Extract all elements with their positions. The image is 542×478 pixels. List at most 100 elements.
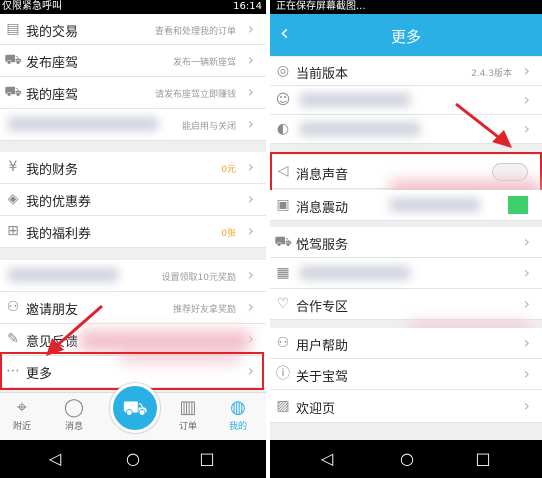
chevron-right-icon: › [523, 263, 530, 282]
image-icon: ▨ [276, 398, 290, 414]
chevron-right-icon: › [247, 82, 254, 101]
chevron-right-icon: › [523, 396, 530, 415]
menu-my-car[interactable]: ⛟ 我的座驾 请发布座驾立即赚钱 › [0, 77, 266, 109]
car-icon: ⛟ [4, 52, 22, 68]
person-icon: ⚇ [276, 335, 290, 351]
menu-hint: 设置领取10元奖励 [161, 273, 236, 283]
smiley-icon: ☺ [275, 92, 291, 108]
menu-my-finance[interactable]: ¥ 我的财务 0元 › [0, 152, 266, 184]
status-carrier: 仅限紧急呼叫 [2, 1, 62, 12]
coupon-icon: ◈ [7, 191, 19, 207]
tab-mine[interactable]: ◍ 我的 [218, 397, 258, 432]
chevron-right-icon: › [247, 221, 254, 240]
menu-hint: 能启用与关闭 [181, 122, 236, 132]
row-welcome-page[interactable]: ▨ 欢迎页 › [270, 390, 542, 423]
vibrate-icon: ▣ [276, 197, 290, 213]
row-label: 消息震动 [296, 201, 349, 216]
annotation-arrow [455, 102, 512, 148]
row-partner-zone[interactable]: ♡ 合作专区 › [270, 289, 542, 320]
tab-label: 消息 [64, 422, 83, 432]
row-label: 悦驾服务 [296, 238, 349, 253]
menu-hint: 请发布座驾立即赚钱 [154, 90, 236, 100]
chevron-right-icon: › [523, 364, 530, 383]
recents-square-icon[interactable]: □ [468, 440, 498, 478]
chevron-right-icon: › [247, 265, 254, 284]
redaction-blur [390, 198, 480, 212]
menu-label: 我的财务 [26, 163, 79, 178]
car-icon: ⛟ [274, 234, 292, 250]
welfare-count: 0张 [221, 229, 236, 239]
row-user-help[interactable]: ⚇ 用户帮助 › [270, 328, 542, 359]
user-icon: ◍ [230, 397, 246, 418]
menu-label: 我的交易 [26, 25, 79, 40]
yen-icon: ¥ [8, 159, 18, 175]
chevron-right-icon: › [247, 157, 254, 176]
back-triangle-icon[interactable]: ◁ [40, 440, 70, 478]
redaction-blur [300, 266, 410, 280]
menu-my-coupons[interactable]: ◈ 我的优惠券 › [0, 184, 266, 216]
home-circle-icon[interactable]: ○ [392, 440, 422, 478]
redaction-blur [300, 93, 410, 107]
tab-orders[interactable]: ▥ 订单 [168, 397, 208, 432]
row-label: 关于宝驾 [296, 370, 349, 385]
system-nav-bar: ◁ ○ □ [270, 440, 542, 478]
chat-bubble-icon: ◯ [63, 397, 85, 418]
annotation-arrow [46, 304, 103, 356]
menu-publish-car[interactable]: ⛟ 发布座驾 发布一辆新座驾 › [0, 45, 266, 77]
menu-label: 发布座驾 [26, 56, 79, 71]
menu-my-welfare[interactable]: ⊞ 我的福利券 0张 › [0, 216, 266, 248]
tab-nearby[interactable]: ⌖ 附近 [2, 397, 42, 432]
back-triangle-icon[interactable]: ◁ [312, 440, 342, 478]
row-message-vibrate[interactable]: ▣ 消息震动 [270, 190, 542, 221]
info-icon: ⓘ [276, 366, 290, 382]
right-screen: 正在保存屏幕截图... ‹ 更多 ◎ 当前版本 2.4.3版本 › ☺ › ◐ … [270, 0, 542, 478]
menu-hint: 发布一辆新座驾 [172, 58, 236, 68]
row-current-version[interactable]: ◎ 当前版本 2.4.3版本 › [270, 57, 542, 86]
tab-car-center[interactable]: ⛟ [110, 383, 160, 433]
version-value: 2.4.3版本 [471, 69, 512, 79]
title-bar: ‹ 更多 [270, 14, 542, 56]
row-label: 当前版本 [296, 67, 349, 82]
chevron-right-icon: › [523, 333, 530, 352]
document-icon: ▤ [6, 21, 20, 37]
home-circle-icon[interactable]: ○ [118, 440, 148, 478]
tab-messages[interactable]: ◯ 消息 [54, 397, 94, 432]
clipboard-icon: ▥ [179, 397, 197, 418]
menu-blurred-1[interactable]: 能启用与关闭 › [0, 109, 266, 141]
car-icon: ⛟ [4, 84, 22, 100]
info-circle-icon: ◎ [276, 63, 290, 79]
person-add-icon: ⚇ [6, 299, 20, 315]
tab-label: 我的 [228, 422, 247, 432]
chevron-right-icon: › [523, 119, 530, 138]
chevron-right-icon: › [247, 50, 254, 69]
system-nav-bar: ◁ ○ □ [0, 440, 266, 478]
status-time: 16:14 [233, 1, 262, 12]
tab-label: 订单 [178, 422, 197, 432]
menu-hint: 推荐好友拿奖励 [172, 305, 236, 315]
row-label: 用户帮助 [296, 339, 349, 354]
menu-label: 我的福利券 [26, 227, 92, 242]
status-bar: 正在保存屏幕截图... [270, 0, 542, 14]
menu-label: 我的座驾 [26, 88, 79, 103]
status-bar: 仅限紧急呼叫 16:14 [0, 0, 266, 14]
redaction-blur [8, 117, 158, 131]
row-label: 欢迎页 [296, 402, 336, 417]
recents-square-icon[interactable]: □ [192, 440, 222, 478]
globe-icon: ◐ [276, 121, 290, 137]
row-about[interactable]: ⓘ 关于宝驾 › [270, 359, 542, 390]
vibrate-toggle[interactable] [508, 196, 528, 214]
redaction-blur [300, 122, 420, 136]
chevron-right-icon: › [247, 114, 254, 133]
menu-hint: 查看和处理我的订单 [154, 27, 236, 37]
row-yuejia-service[interactable]: ⛟ 悦驾服务 › [270, 227, 542, 258]
chevron-right-icon: › [247, 189, 254, 208]
redaction-blur [8, 268, 118, 282]
menu-my-trades[interactable]: ▤ 我的交易 查看和处理我的订单 › [0, 14, 266, 45]
chevron-right-icon: › [523, 90, 530, 109]
page-title: 更多 [390, 28, 421, 46]
row-label: 合作专区 [296, 300, 349, 315]
menu-blurred-2[interactable]: 设置领取10元奖励 › [0, 260, 266, 292]
row-blurred-3[interactable]: ▦ › [270, 258, 542, 289]
chevron-right-icon: › [247, 297, 254, 316]
car-icon: ⛟ [122, 396, 148, 420]
